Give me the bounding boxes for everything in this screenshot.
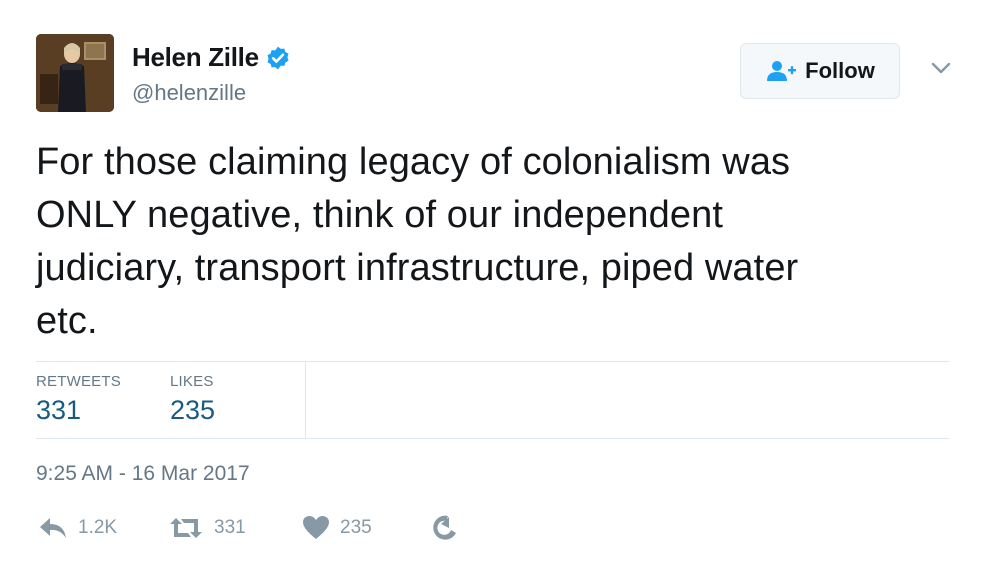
retweet-button[interactable]: 331: [168, 512, 246, 544]
tweet-text: For those claiming legacy of colonialism…: [36, 136, 956, 348]
chevron-down-icon[interactable]: [930, 60, 952, 76]
likes-count[interactable]: 235: [170, 395, 215, 426]
retweets-label: RETWEETS: [36, 373, 121, 390]
tweet-text-line: For those claiming legacy of colonialism…: [36, 141, 791, 183]
reply-count: 1.2K: [78, 517, 118, 538]
moments-button[interactable]: [430, 512, 460, 544]
stats-divider-top: [36, 361, 950, 362]
retweet-icon: [170, 518, 202, 538]
moments-icon: [433, 515, 456, 540]
follow-button-label: Follow: [805, 58, 875, 83]
avatar[interactable]: [36, 34, 114, 112]
stats-separator: [305, 362, 306, 438]
likes-label: LIKES: [170, 373, 214, 390]
display-name-text: Helen Zille: [132, 42, 259, 72]
follow-button[interactable]: Follow: [740, 43, 900, 99]
tweet-text-line: ONLY negative, think of our independent: [36, 194, 723, 236]
like-button[interactable]: 235: [302, 512, 372, 544]
stats-divider-bottom: [36, 438, 950, 439]
reply-icon: [40, 518, 66, 538]
retweet-count: 331: [214, 517, 246, 538]
verified-badge-icon: [267, 46, 289, 69]
tweet-text-line: etc.: [36, 300, 98, 342]
retweets-count[interactable]: 331: [36, 395, 81, 426]
avatar-photo: [36, 34, 114, 112]
tweet-text-line: judiciary, transport infrastructure, pip…: [36, 247, 799, 289]
tweet-timestamp[interactable]: 9:25 AM - 16 Mar 2017: [36, 462, 250, 486]
like-count: 235: [340, 517, 372, 538]
display-name[interactable]: Helen Zille: [132, 42, 291, 73]
add-user-icon: [767, 61, 797, 81]
reply-button[interactable]: 1.2K: [38, 512, 117, 544]
heart-icon: [303, 516, 329, 539]
user-handle[interactable]: @helenzille: [132, 80, 246, 106]
